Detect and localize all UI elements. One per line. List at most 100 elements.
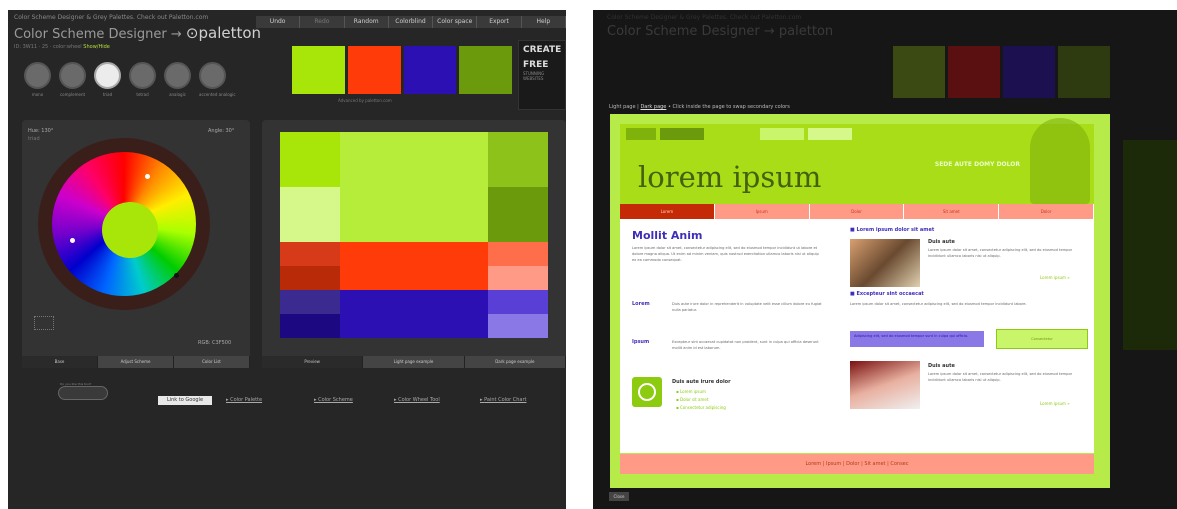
preview-secondary-a-lighter <box>488 266 548 290</box>
mock-link-text: Lorem ipsum <box>679 389 706 394</box>
ad-banner[interactable]: CREATE FREE STUNNING WEBSITES <box>518 40 566 110</box>
swatch-caption: Advanced by paletton.com <box>338 98 392 103</box>
mode-label: accented analogic <box>199 92 236 97</box>
tab-base[interactable]: Base <box>22 356 98 368</box>
clock-icon <box>632 377 662 407</box>
menubar: Undo Redo Random Colorblind Color space … <box>256 16 566 28</box>
link-paint-color-chart[interactable]: ▸ Paint Color Chart <box>480 397 526 403</box>
mock-section-title: Excepteur sint occaecat <box>856 291 924 297</box>
mock-body: Mollit Anim Lorem ipsum dolor sit amet, … <box>620 219 1094 453</box>
menu-export[interactable]: Export <box>477 16 522 28</box>
top-description: Color Scheme Designer & Grey Palettes. C… <box>14 14 209 21</box>
mock-green-button[interactable]: Consectetur <box>996 329 1088 349</box>
close-button[interactable]: Close <box>609 492 629 501</box>
tab-color-list[interactable]: Color List <box>174 356 250 368</box>
silhouette-image <box>1030 118 1090 204</box>
tab-preview[interactable]: Preview <box>262 356 364 368</box>
ad-line1: CREATE <box>523 45 562 55</box>
dim-swatch <box>893 46 945 98</box>
scheme-preview[interactable] <box>280 132 548 348</box>
analogic-icon <box>164 62 191 89</box>
accented-analogic-icon <box>199 62 226 89</box>
mock-nav-item[interactable]: Lorem <box>620 204 715 219</box>
scheme-id-text: ID: 3W11 · 25 · color:wheel <box>14 44 82 50</box>
menu-undo[interactable]: Undo <box>256 16 301 28</box>
mode-triad[interactable]: triad <box>94 62 121 112</box>
mock-nav-item[interactable]: Dolor <box>999 204 1094 219</box>
tab-adjust-scheme[interactable]: Adjust Scheme <box>98 356 174 368</box>
wheel-handle-icon[interactable] <box>174 273 179 278</box>
mock-nav-item[interactable]: Ipsum <box>715 204 810 219</box>
tab-light-page[interactable]: Light page example <box>363 356 465 368</box>
mock-text: Lorem ipsum dolor sit amet, consectetur … <box>928 248 1073 258</box>
preview-primary-dark <box>488 132 548 187</box>
swatch-complement[interactable] <box>459 46 512 94</box>
tab-dark-page[interactable]: Dark page example <box>465 356 566 368</box>
mock-nav: Lorem Ipsum Dolor Sit amet Dolor <box>620 204 1094 219</box>
menu-colorblind[interactable]: Colorblind <box>389 16 434 28</box>
mock-link[interactable]: ▪ Lorem ipsum <box>676 389 706 394</box>
color-wheel-center[interactable] <box>102 202 158 258</box>
mock-link[interactable]: ▪ Consectetur adipiscing <box>676 405 726 410</box>
link-text: Color Scheme <box>318 397 353 403</box>
swatch-secondary-b[interactable] <box>403 46 457 94</box>
light-page-mockup[interactable]: lorem ipsum SEDE AUTE DOMY DOLOR Lorem I… <box>610 114 1110 488</box>
mode-tetrad[interactable]: tetrad <box>129 62 156 112</box>
link-color-scheme[interactable]: ▸ Color Scheme <box>314 397 353 403</box>
mode-mono[interactable]: mono <box>24 62 51 112</box>
mock-top-block <box>660 128 704 140</box>
mock-item-label: Lorem <box>632 301 650 307</box>
link-text: Color Palette <box>230 397 263 403</box>
mock-nav-item[interactable]: Dolor <box>810 204 905 219</box>
menu-color-space[interactable]: Color space <box>433 16 478 28</box>
app-title-text: Color Scheme Designer <box>14 27 167 42</box>
mock-more-link[interactable]: Lorem ipsum » <box>1040 275 1070 280</box>
dark-page-link[interactable]: Dark page <box>640 104 666 110</box>
complement-icon <box>59 62 86 89</box>
scheme-modes: mono complement triad tetrad analogic ac… <box>24 62 244 112</box>
mock-top-block <box>808 128 852 140</box>
mock-slogan: SEDE AUTE DOMY DOLOR <box>934 161 1020 168</box>
clock-face-icon <box>638 383 656 401</box>
swatch-secondary-a[interactable] <box>347 46 401 94</box>
color-swatches <box>292 46 512 98</box>
mock-heading: Mollit Anim <box>632 229 703 242</box>
tetrad-icon <box>129 62 156 89</box>
preview-secondary-b-lighter <box>488 314 548 338</box>
mock-section-heading: ■ Excepteur sint occaecat <box>850 291 924 297</box>
wheel-handle-icon[interactable] <box>70 238 75 243</box>
link-color-wheel-tool[interactable]: ▸ Color Wheel Tool <box>394 397 440 403</box>
link-color-palette[interactable]: ▸ Color Palette <box>226 397 262 403</box>
menu-random[interactable]: Random <box>345 16 389 28</box>
preview-secondary-a-shade <box>280 242 340 266</box>
mock-link-text: Consectetur adipiscing <box>679 405 726 410</box>
dim-swatch <box>1003 46 1055 98</box>
mock-item-label: Ipsum <box>632 339 650 345</box>
mode-label: mono <box>31 92 44 97</box>
mode-analogic[interactable]: analogic <box>164 62 191 112</box>
like-button[interactable] <box>58 386 108 400</box>
swatch-primary[interactable] <box>292 46 345 94</box>
paletton-logo[interactable]: ⊙paletton <box>186 24 261 42</box>
show-hide-link[interactable]: Show/Hide <box>83 44 110 50</box>
mock-sub: Duis aute <box>928 239 955 245</box>
grid-icon[interactable] <box>34 316 54 330</box>
mock-more-link[interactable]: Lorem ipsum » <box>1040 401 1070 406</box>
mock-nav-item[interactable]: Sit amet <box>904 204 1000 219</box>
dim-app-title: Color Scheme Designer → paletton <box>607 24 833 39</box>
menu-redo[interactable]: Redo <box>300 16 345 28</box>
mode-label: triad <box>102 92 113 97</box>
wheel-handle-icon[interactable] <box>145 174 150 179</box>
ad-line3: STUNNING WEBSITES <box>523 71 545 81</box>
mode-accented-analogic[interactable]: accented analogic <box>199 62 236 112</box>
people-photo <box>850 239 920 287</box>
mode-complement[interactable]: complement <box>59 62 86 112</box>
menu-help[interactable]: Help <box>522 16 566 28</box>
mock-link[interactable]: ▪ Dolor sit amet <box>676 397 708 402</box>
mock-item-text: Excepteur sint occaecat cupidatat non pr… <box>672 340 819 350</box>
preview-secondary-b-dark <box>280 314 340 338</box>
logo-text: paletton <box>198 24 262 42</box>
dim-swatch <box>1058 46 1110 98</box>
preview-tabs: Preview Light page example Dark page exa… <box>262 356 566 368</box>
google-link-button[interactable]: Link to Google <box>158 396 212 405</box>
